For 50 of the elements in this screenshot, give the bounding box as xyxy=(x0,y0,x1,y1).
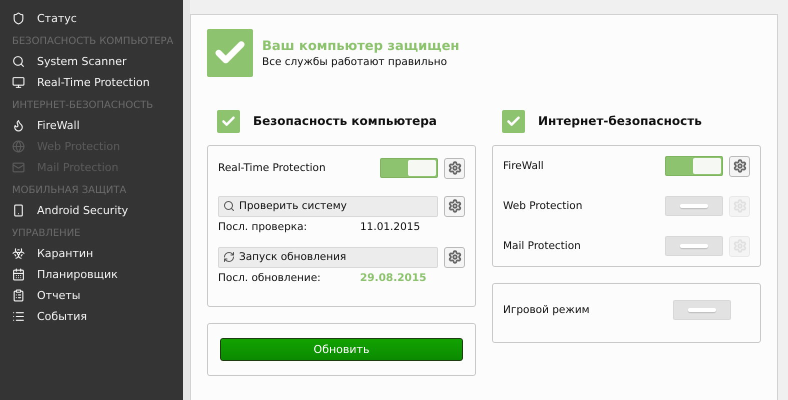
sidebar-icon xyxy=(12,140,25,153)
sidebar-item[interactable]: FireWall xyxy=(0,115,183,136)
check-icon xyxy=(217,110,240,132)
sidebar-icon xyxy=(12,310,25,323)
sidebar-item[interactable]: Android Security xyxy=(0,200,183,221)
row-label: Игровой режим xyxy=(503,304,591,316)
sidebar-icon xyxy=(12,12,25,25)
info-value: 11.01.2015 xyxy=(360,221,420,233)
action-button[interactable]: Запуск обновления xyxy=(218,246,438,268)
sidebar-icon xyxy=(12,161,25,174)
toggle-switch[interactable] xyxy=(665,236,723,256)
sidebar-icon xyxy=(12,119,25,132)
settings-button[interactable] xyxy=(444,196,465,216)
sidebar-item[interactable]: Планировщик xyxy=(0,264,183,285)
toggle-switch[interactable] xyxy=(673,300,731,320)
sidebar-icon xyxy=(12,268,25,281)
settings-button[interactable] xyxy=(444,158,465,178)
sidebar-icon xyxy=(12,204,25,217)
sidebar-item[interactable]: Статус xyxy=(0,8,183,29)
toggle-switch[interactable] xyxy=(380,158,438,178)
sidebar-item[interactable]: Карантин xyxy=(0,243,183,264)
sidebar-item[interactable]: Real-Time Protection xyxy=(0,72,183,93)
sidebar-icon xyxy=(12,289,25,302)
status-subtitle: Все службы работают правильно xyxy=(262,56,448,68)
row-label: Web Protection xyxy=(503,200,584,212)
search-icon xyxy=(223,200,235,212)
update-button[interactable]: Обновить xyxy=(220,338,463,361)
row-label: FireWall xyxy=(503,160,545,172)
sidebar-icon xyxy=(12,247,25,260)
refresh-icon xyxy=(223,251,235,263)
toggle-switch[interactable] xyxy=(665,156,723,176)
info-value: 29.08.2015 xyxy=(360,272,426,284)
info-label: Посл. проверка: xyxy=(218,221,308,233)
row-label: Real-Time Protection xyxy=(218,162,327,174)
sidebar-icon xyxy=(12,76,25,89)
section-title: Безопасность компьютера xyxy=(253,114,437,128)
row-label: Mail Protection xyxy=(503,240,582,252)
sidebar-item[interactable]: Отчеты xyxy=(0,285,183,306)
settings-button[interactable] xyxy=(444,246,465,268)
sidebar-item[interactable]: События xyxy=(0,306,183,327)
sidebar-item[interactable]: System Scanner xyxy=(0,51,183,72)
sidebar-icon xyxy=(12,55,25,68)
toggle-switch[interactable] xyxy=(665,196,723,216)
settings-button[interactable] xyxy=(729,156,750,176)
info-label: Посл. обновление: xyxy=(218,272,322,284)
check-icon xyxy=(207,29,253,77)
action-button[interactable]: Проверить систему xyxy=(218,196,438,216)
section-title: Интернет-безопасность xyxy=(538,114,702,128)
check-icon xyxy=(502,110,525,132)
status-title: Ваш компьютер защищен xyxy=(262,38,460,54)
